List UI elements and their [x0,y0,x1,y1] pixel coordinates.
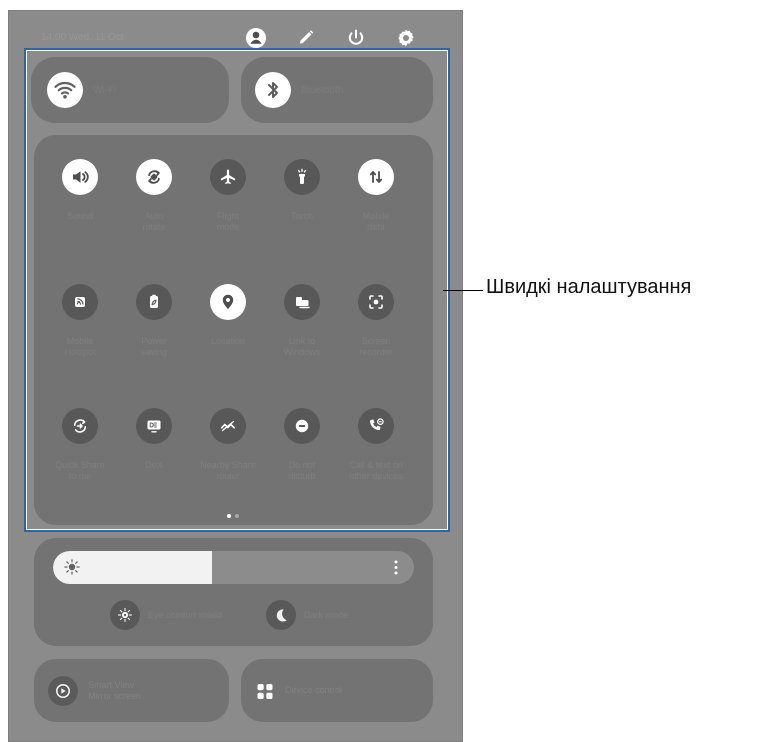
mobile-data-label: Mobile data [362,211,390,233]
mobile-data-tile[interactable]: Mobile data [340,159,412,279]
link-to-windows-icon [284,284,320,320]
device-control-label: Device control [285,685,343,696]
screen-recorder-label: Screen recorder [359,336,393,358]
sound-icon [62,159,98,195]
bluetooth-tile[interactable]: Bluetooth [241,57,433,123]
page-dot-active [227,514,231,518]
more-options-icon[interactable] [389,558,403,577]
hotspot-icon [62,284,98,320]
wifi-label: Wi-Fi [93,84,117,96]
link-to-windows-label: Link to Windows [283,336,321,358]
profile-icon[interactable] [245,27,267,49]
smart-view-text: Smart View Mirror screen [88,680,141,702]
bluetooth-icon [255,72,291,108]
dark-mode-label: Dark mode [304,610,349,620]
quick-settings-grid: Sound Auto rotate Flight mode Torch Mobi… [34,135,433,525]
dex-label: DeX [145,460,163,470]
sound-label: Sound [66,211,94,221]
eye-comfort-shield-icon [110,600,140,630]
eye-comfort-shield-label: Eye comfort shield [148,610,223,620]
auto-rotate-tile[interactable]: Auto rotate [118,159,190,279]
power-saving-icon [136,284,172,320]
torch-tile[interactable]: Torch [266,159,338,279]
device-control-icon [255,681,275,701]
screen-recorder-icon [358,284,394,320]
quick-share-label: Quick Share to me [55,460,105,482]
brightness-slider[interactable] [53,551,414,584]
bluetooth-label: Bluetooth [301,84,344,96]
flight-mode-tile[interactable]: Flight mode [192,159,264,279]
smart-view-tile[interactable]: Smart View Mirror screen [34,659,229,722]
auto-rotate-label: Auto rotate [142,211,166,233]
torch-label: Torch [290,211,313,221]
quick-share-tile[interactable]: Quick Share to me [44,408,116,528]
location-tile[interactable]: Location [192,284,264,404]
power-saving-label: Power saving [140,336,167,358]
mobile-hotspot-tile[interactable]: Mobile Hotspot [44,284,116,404]
status-bar: 14:00 Wed, 11 Oct [9,11,462,57]
page-dot [235,514,239,518]
mobile-data-icon [358,159,394,195]
nearby-share-tile[interactable]: Nearby Share router [192,408,264,528]
do-not-disturb-icon [284,408,320,444]
flight-mode-label: Flight mode [216,211,240,233]
power-icon[interactable] [345,27,367,49]
quick-panel-screen: 14:00 Wed, 11 Oct Wi-Fi Bluetooth Sound … [8,10,463,742]
location-icon [210,284,246,320]
callout-line [443,290,483,291]
wifi-icon [47,72,83,108]
smart-view-title: Smart View [88,679,134,690]
call-and-text-tile[interactable]: Call & text on other devices [340,408,412,528]
dark-mode-icon [266,600,296,630]
airplane-icon [210,159,246,195]
smart-view-subtitle: Mirror screen [88,690,142,701]
do-not-disturb-label: Do not disturb [288,460,316,482]
edit-icon[interactable] [295,27,317,49]
call-and-text-label: Call & text on other devices [349,460,403,482]
nearby-share-label: Nearby Share router [200,460,256,482]
screen-recorder-tile[interactable]: Screen recorder [340,284,412,404]
do-not-disturb-tile[interactable]: Do not disturb [266,408,338,528]
nearby-share-icon [210,408,246,444]
wifi-tile[interactable]: Wi-Fi [31,57,229,123]
settings-icon[interactable] [395,27,417,49]
smart-view-icon [48,675,78,706]
quick-settings-callout: Швидкі налаштування [486,276,692,298]
sound-tile[interactable]: Sound [44,159,116,279]
auto-rotate-icon [136,159,172,195]
dex-icon [136,408,172,444]
eye-comfort-shield-button[interactable]: Eye comfort shield [110,600,222,630]
location-label: Location [210,336,246,346]
brightness-sun-icon [63,558,81,576]
brightness-panel: Eye comfort shield Dark mode [34,538,433,646]
quick-share-icon [62,408,98,444]
link-to-windows-tile[interactable]: Link to Windows [266,284,338,404]
mobile-hotspot-label: Mobile Hotspot [64,336,96,358]
dark-mode-button[interactable]: Dark mode [266,600,348,630]
status-date-time: 14:00 Wed, 11 Oct [41,32,124,43]
call-and-text-icon [358,408,394,444]
power-saving-tile[interactable]: Power saving [118,284,190,404]
device-control-tile[interactable]: Device control [241,659,433,722]
dex-tile[interactable]: DeX [118,408,190,528]
torch-icon [284,159,320,195]
